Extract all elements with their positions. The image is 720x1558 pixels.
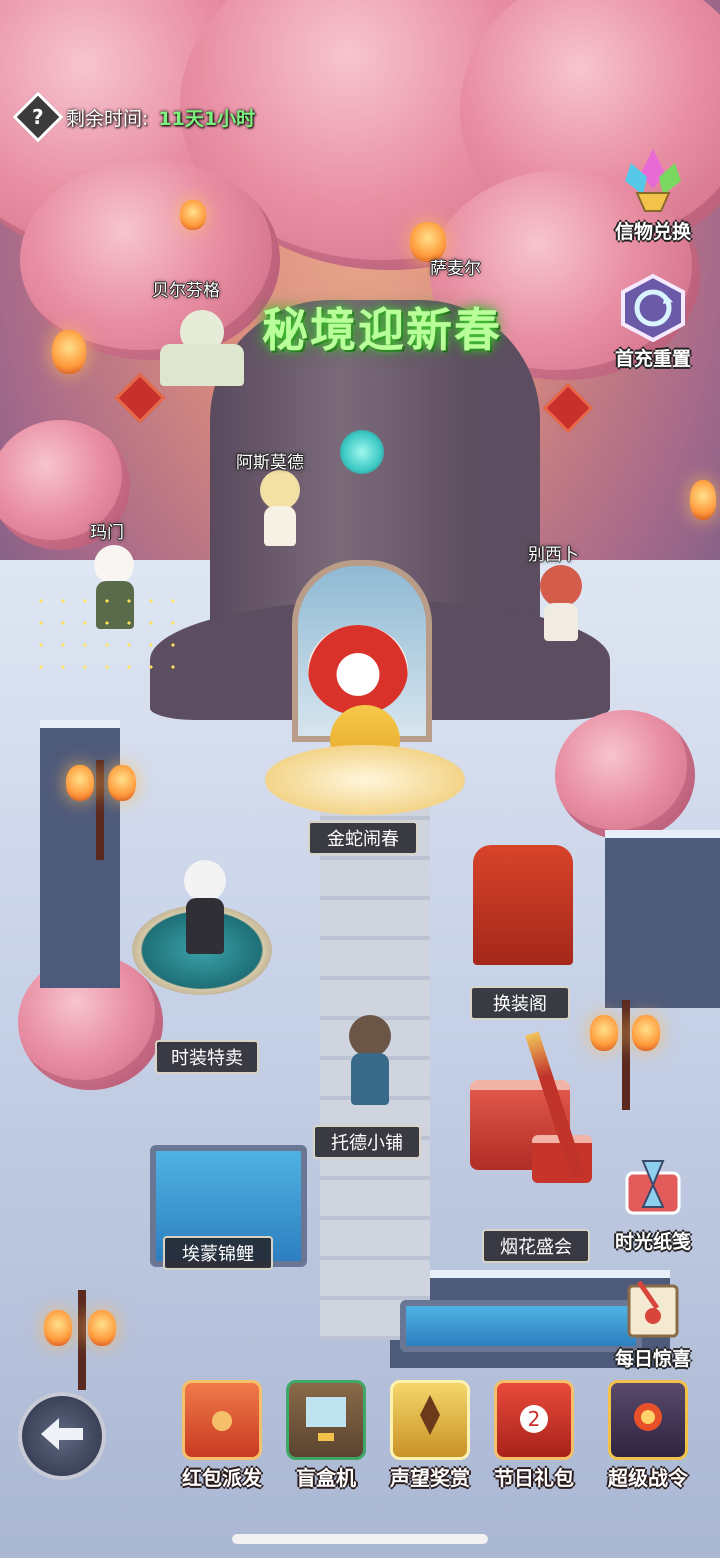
daily-surprise-button[interactable]: 每日惊喜 [598, 1272, 708, 1371]
lantern [52, 330, 86, 374]
festival-gift-label: 节日礼包 [494, 1466, 574, 1490]
daily-surprise-label: 每日惊喜 [614, 1348, 691, 1370]
gold-coin-pile [30, 590, 190, 670]
blossom-tree [555, 710, 695, 840]
stone-wall [40, 720, 120, 988]
blind-box-label: 盲盒机 [296, 1466, 356, 1490]
scroll-quill-icon [617, 1272, 689, 1344]
festival-gift-icon: 2 [494, 1380, 574, 1460]
location-golden-snake[interactable]: 金蛇闹春 [308, 821, 418, 855]
location-wardrobe[interactable]: 换装阁 [470, 986, 570, 1020]
tod-merchant-character[interactable] [335, 1015, 405, 1110]
lantern [590, 1015, 618, 1051]
beelzebub-character[interactable] [530, 565, 590, 645]
token-exchange-button[interactable]: 信物兑换 [598, 145, 708, 244]
reputation-reward-label: 声望奖赏 [390, 1466, 470, 1490]
wardrobe-robe[interactable] [473, 845, 573, 965]
time-letter-button[interactable]: 时光纸笺 [598, 1155, 708, 1254]
reputation-reward-icon [390, 1380, 470, 1460]
home-indicator[interactable] [232, 1534, 488, 1544]
event-title: 秘境迎新春 [262, 303, 502, 357]
gem-crown-icon [617, 145, 689, 217]
location-tod-shop[interactable]: 托德小铺 [313, 1125, 421, 1159]
red-envelope-icon [182, 1380, 262, 1460]
lantern [690, 480, 716, 520]
golden-cloud [265, 745, 465, 815]
red-envelope-label: 红包派发 [182, 1466, 262, 1490]
refresh-shield-icon [617, 272, 689, 344]
recharge-reset-button[interactable]: 首充重置 [598, 272, 708, 371]
npc-name-mammon: 玛门 [90, 523, 124, 543]
red-envelope-button[interactable]: 红包派发 [170, 1380, 274, 1491]
help-icon[interactable]: ? [12, 91, 64, 143]
bottom-function-bar: 红包派发 盲盒机 声望奖赏 2 节日礼包 超级战令 [0, 1380, 720, 1490]
festival-gift-button[interactable]: 2 节日礼包 [482, 1380, 586, 1491]
svg-text:2: 2 [528, 1407, 541, 1431]
stone-wall [605, 830, 720, 1008]
belfinger-character[interactable] [150, 310, 250, 390]
recharge-reset-label: 首充重置 [614, 348, 691, 370]
costume-model-character[interactable] [170, 860, 240, 960]
npc-name-asmodeus: 阿斯莫德 [236, 453, 304, 473]
location-koi[interactable]: 埃蒙锦鲤 [163, 1236, 273, 1270]
lantern-post [96, 760, 104, 860]
asmodeus-character[interactable] [250, 470, 310, 550]
reputation-reward-button[interactable]: 声望奖赏 [378, 1380, 482, 1491]
remaining-time: ? 剩余时间: 11天1小时 [12, 91, 256, 143]
hourglass-letter-icon [617, 1155, 689, 1227]
lantern [108, 765, 136, 801]
lantern-post [622, 1000, 630, 1110]
lantern [180, 200, 206, 230]
npc-name-beelzebub: 别西卜 [528, 545, 579, 565]
location-fireworks[interactable]: 烟花盛会 [482, 1229, 590, 1263]
lantern [66, 765, 94, 801]
time-letter-label: 时光纸笺 [614, 1231, 691, 1253]
token-exchange-label: 信物兑换 [614, 221, 691, 243]
lantern [88, 1310, 116, 1346]
super-battle-pass-label: 超级战令 [608, 1466, 688, 1490]
timer-label: 剩余时间: [66, 107, 149, 130]
location-costume-sale[interactable]: 时装特卖 [155, 1040, 259, 1074]
tree-glow-orb [340, 430, 384, 474]
super-battle-pass-icon [608, 1380, 688, 1460]
npc-name-samael: 萨麦尔 [430, 259, 481, 279]
lantern-post [78, 1290, 86, 1390]
super-battle-pass-button[interactable]: 超级战令 [596, 1380, 700, 1491]
lantern [632, 1015, 660, 1051]
timer-value: 11天1小时 [158, 107, 256, 130]
blind-box-button[interactable]: 盲盒机 [274, 1380, 378, 1491]
blind-box-machine-icon [286, 1380, 366, 1460]
npc-name-belfinger: 贝尔芬格 [152, 281, 220, 301]
lantern [44, 1310, 72, 1346]
